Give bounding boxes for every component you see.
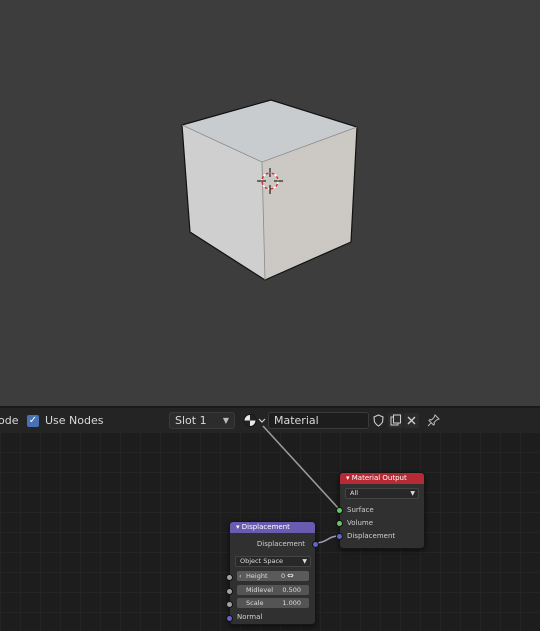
displacement-output-label: Displacement — [256, 540, 305, 548]
displacement-input-label: Displacement — [347, 532, 396, 540]
surface-input-socket[interactable] — [336, 507, 343, 514]
editor-mode-label[interactable]: ode — [0, 414, 18, 427]
height-input-socket[interactable] — [226, 574, 233, 581]
use-nodes-label[interactable]: Use Nodes — [45, 414, 104, 427]
collapse-arrow-icon[interactable]: ▾ — [346, 474, 350, 482]
material-name-text: Material — [274, 414, 319, 427]
3d-viewport[interactable] — [0, 0, 540, 406]
displacement-title: Displacement — [241, 523, 290, 531]
displacement-header[interactable]: ▾ Displacement — [230, 522, 315, 533]
chevron-down-icon: ▼ — [222, 416, 229, 425]
material-browse-button[interactable] — [243, 413, 269, 428]
material-output-header[interactable]: ▾ Material Output — [340, 473, 424, 484]
scale-field[interactable]: Scale 1.000 — [237, 598, 309, 608]
scale-label: Scale — [246, 599, 264, 607]
fake-user-shield-icon[interactable] — [371, 413, 386, 428]
midlevel-value: 0.500 — [282, 586, 301, 594]
midlevel-field[interactable]: Midlevel 0.500 — [237, 585, 309, 595]
output-target-dropdown[interactable]: All ▼ — [345, 488, 419, 499]
chevron-left-icon[interactable]: ‹ — [239, 571, 242, 581]
material-output-title: Material Output — [351, 474, 407, 482]
slot-dropdown-label: Slot 1 — [175, 414, 207, 427]
material-sphere-icon — [243, 414, 266, 427]
midlevel-input-socket[interactable] — [226, 588, 233, 595]
collapse-arrow-icon[interactable]: ▾ — [236, 523, 240, 531]
chevron-down-icon: ▼ — [410, 490, 415, 497]
height-label: Height — [246, 572, 268, 580]
slot-dropdown[interactable]: Slot 1 ▼ — [169, 412, 235, 429]
scale-value: 1.000 — [282, 599, 301, 607]
volume-input-label: Volume — [347, 519, 374, 527]
midlevel-label: Midlevel — [246, 586, 273, 594]
normal-input-label: Normal — [237, 613, 263, 621]
material-output-node[interactable]: ▾ Material Output All ▼ Surface Volume D… — [336, 472, 425, 549]
displacement-output-socket[interactable] — [312, 541, 319, 548]
resize-cursor-icon: ⇔ — [287, 571, 294, 580]
height-value: 0 — [281, 572, 286, 580]
height-field[interactable]: ‹ Height 0 ⇔ — [237, 571, 309, 581]
surface-input-label: Surface — [347, 506, 374, 514]
node-editor-header: ode ✓ Use Nodes Slot 1 ▼ Material — [0, 406, 540, 432]
displacement-input-socket[interactable] — [336, 533, 343, 540]
chevron-down-icon: ▼ — [302, 558, 307, 565]
space-dropdown-value: Object Space — [240, 557, 284, 565]
viewport-canvas[interactable] — [0, 0, 540, 406]
material-name-field[interactable]: Material — [268, 412, 369, 429]
use-nodes-checkbox[interactable]: ✓ — [27, 415, 39, 427]
pin-icon[interactable] — [426, 413, 441, 428]
scale-input-socket[interactable] — [226, 601, 233, 608]
volume-input-socket[interactable] — [336, 520, 343, 527]
unlink-material-close-icon[interactable] — [404, 413, 419, 428]
duplicate-material-icon[interactable] — [388, 413, 403, 428]
normal-input-socket[interactable] — [226, 615, 233, 622]
space-dropdown[interactable]: Object Space ▼ — [235, 556, 311, 567]
output-target-value: All — [350, 489, 359, 497]
displacement-node[interactable]: ▾ Displacement Displacement Object Space… — [226, 521, 319, 625]
